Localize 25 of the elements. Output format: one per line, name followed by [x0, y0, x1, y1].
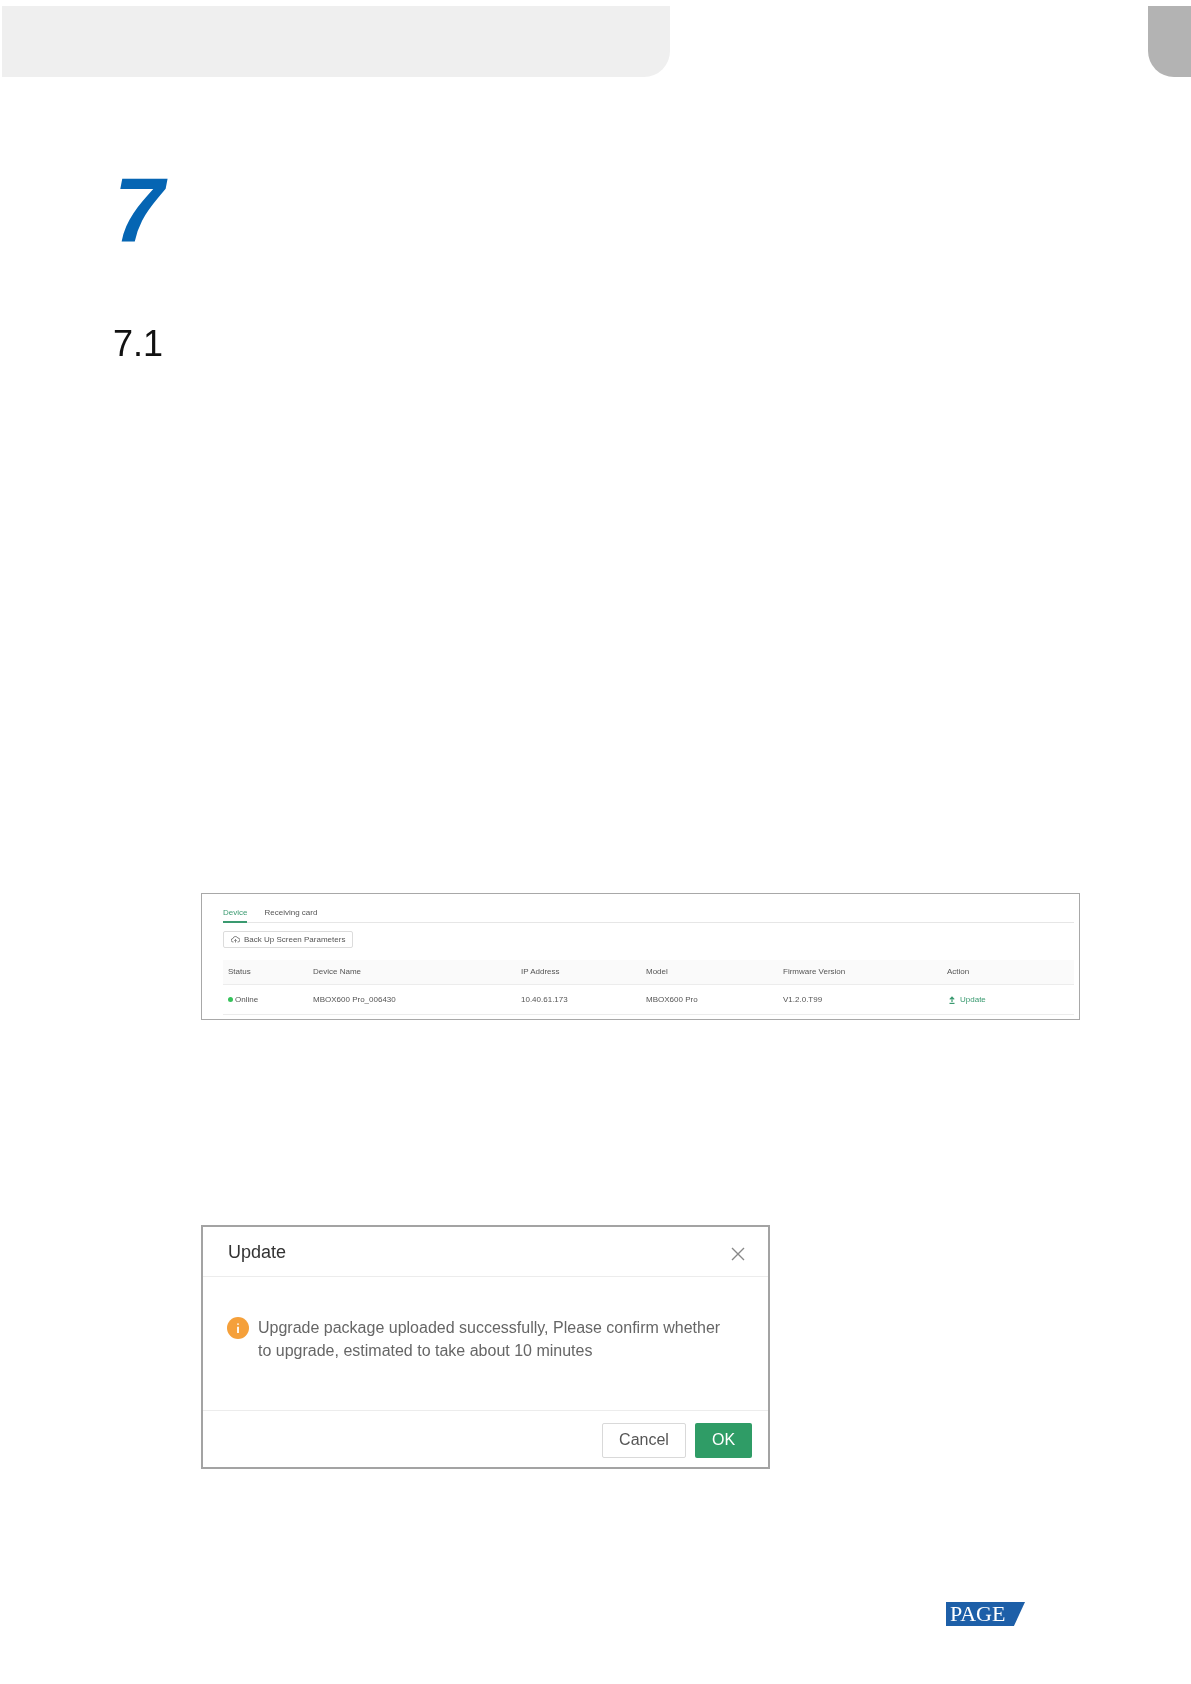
- column-header: Status: [228, 968, 251, 976]
- table-cell: V1.2.0.T99: [783, 995, 823, 1004]
- page-logo: PAGE: [946, 1602, 1025, 1626]
- table-cell: MBOX600 Pro: [646, 995, 698, 1004]
- cloud-icon: [231, 936, 240, 943]
- corner-block: [1148, 6, 1191, 77]
- info-icon: [227, 1317, 249, 1339]
- column-header: Device Name: [313, 968, 361, 976]
- update-link[interactable]: Update: [960, 995, 986, 1004]
- cancel-button[interactable]: Cancel: [602, 1422, 686, 1458]
- column-header: Action: [947, 968, 970, 976]
- table-cell: MBOX600 Pro_006430: [313, 995, 396, 1004]
- dialog-message: Upgrade package uploaded successfully, Please confirm whether to upgrade, estimated to take about 10 minutes: [258, 1318, 722, 1361]
- table-cell: 10.40.61.173: [521, 995, 568, 1004]
- dialog-title: Update: [228, 1242, 287, 1261]
- column-header: Firmware Version: [783, 968, 846, 976]
- column-header: IP Address: [521, 968, 560, 976]
- section-number: 7.1: [113, 326, 164, 362]
- status-text: Online: [235, 995, 259, 1004]
- backup-button[interactable]: Back Up Screen Parameters: [223, 931, 354, 948]
- tab[interactable]: Receiving card: [264, 894, 318, 923]
- close-icon[interactable]: [731, 1246, 745, 1261]
- upload-icon: [949, 995, 955, 1004]
- tab[interactable]: Device: [223, 894, 248, 923]
- column-header: Model: [646, 968, 668, 976]
